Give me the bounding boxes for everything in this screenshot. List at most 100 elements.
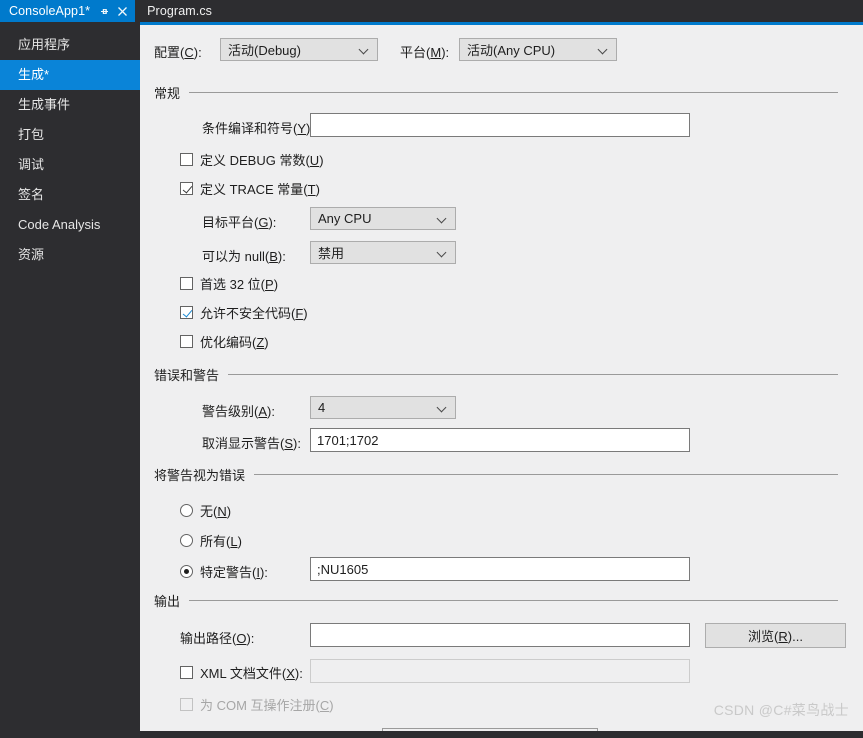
treat-warnings-none-label: 无(N) bbox=[200, 504, 232, 519]
define-debug-checkbox[interactable]: 定义 DEBUG 常数(U) bbox=[180, 150, 324, 169]
sidebar-item-debug[interactable]: 调试 bbox=[0, 150, 140, 180]
treat-warnings-specific-value: ;NU1605 bbox=[317, 561, 369, 577]
configuration-value: 活动(Debug) bbox=[228, 43, 301, 58]
treat-warnings-none-radio[interactable]: 无(N) bbox=[180, 501, 231, 520]
general-group-header: 常规 bbox=[154, 83, 838, 102]
tab-icon-group bbox=[99, 6, 128, 17]
com-interop-label: 为 COM 互操作注册(C) bbox=[200, 698, 334, 713]
nullable-label-row: 可以为 null(B): bbox=[202, 246, 286, 265]
window-bottom-bar bbox=[0, 731, 863, 738]
treat-warnings-group-title: 将警告视为错误 bbox=[154, 468, 246, 483]
nullable-dropdown[interactable]: 禁用 bbox=[310, 241, 456, 264]
platform-row: 平台(M): bbox=[400, 42, 449, 61]
target-platform-dropdown[interactable]: Any CPU bbox=[310, 207, 456, 230]
sidebar-item-label: 生成* bbox=[18, 67, 50, 82]
sidebar-item-build-events[interactable]: 生成事件 bbox=[0, 90, 140, 120]
nullable-value: 禁用 bbox=[318, 246, 345, 261]
optimize-code-checkbox[interactable]: 优化编码(Z) bbox=[180, 332, 269, 351]
platform-dropdown[interactable]: 活动(Any CPU) bbox=[459, 38, 617, 61]
sidebar-item-label: 应用程序 bbox=[18, 37, 71, 52]
treat-warnings-specific-radio[interactable]: 特定警告(I): bbox=[180, 562, 268, 581]
xml-documentation-label: XML 文档文件(X): bbox=[200, 666, 303, 681]
target-platform-label: 目标平台(G): bbox=[202, 215, 277, 230]
tab-consoleapp1[interactable]: ConsoleApp1* bbox=[0, 0, 136, 22]
errors-group-title: 错误和警告 bbox=[154, 368, 220, 383]
tab-label: ConsoleApp1* bbox=[9, 4, 91, 18]
configuration-dropdown[interactable]: 活动(Debug) bbox=[220, 38, 378, 61]
tab-label: Program.cs bbox=[147, 4, 213, 18]
checkbox-box bbox=[180, 182, 193, 195]
output-group-header: 输出 bbox=[154, 591, 838, 610]
general-group-title: 常规 bbox=[154, 86, 181, 101]
tab-strip: ConsoleApp1* Program.cs bbox=[0, 0, 863, 22]
treat-warnings-specific-input[interactable]: ;NU1605 bbox=[310, 557, 690, 581]
divider bbox=[228, 374, 838, 375]
sidebar-item-build[interactable]: 生成* bbox=[0, 60, 158, 90]
prefer-32bit-checkbox[interactable]: 首选 32 位(P) bbox=[180, 274, 278, 293]
treat-warnings-all-radio[interactable]: 所有(L) bbox=[180, 531, 242, 550]
browse-button[interactable]: 浏览(R)... bbox=[705, 623, 846, 648]
target-platform-label-row: 目标平台(G): bbox=[202, 212, 276, 231]
sidebar-item-label: 调试 bbox=[18, 157, 45, 172]
sidebar-item-code-analysis[interactable]: Code Analysis bbox=[0, 210, 140, 240]
radio-circle bbox=[180, 565, 193, 578]
conditional-symbols-input[interactable] bbox=[310, 113, 690, 137]
radio-circle bbox=[180, 534, 193, 547]
properties-sidebar: 应用程序 生成* 生成事件 打包 调试 签名 Code Analysis 资源 bbox=[0, 22, 158, 731]
warning-level-label-row: 警告级别(A): bbox=[202, 401, 275, 420]
checkbox-box bbox=[180, 335, 193, 348]
platform-label: 平台(M): bbox=[400, 45, 450, 60]
build-settings-pane: 配置(C): 活动(Debug) 平台(M): 活动(Any CPU) 常规 条… bbox=[140, 25, 863, 731]
sidebar-item-signing[interactable]: 签名 bbox=[0, 180, 140, 210]
com-interop-checkbox: 为 COM 互操作注册(C) bbox=[180, 695, 334, 714]
target-platform-value: Any CPU bbox=[318, 211, 372, 226]
conditional-symbols-label-row: 条件编译和符号(Y): bbox=[202, 118, 314, 137]
treat-warnings-specific-label: 特定警告(I): bbox=[200, 565, 268, 580]
allow-unsafe-code-checkbox[interactable]: 允许不安全代码(F) bbox=[180, 303, 308, 322]
suppress-warnings-label-row: 取消显示警告(S): bbox=[202, 433, 301, 452]
divider bbox=[189, 600, 838, 601]
chevron-down-icon bbox=[438, 403, 447, 412]
allow-unsafe-code-label: 允许不安全代码(F) bbox=[200, 306, 308, 321]
checkbox-box bbox=[180, 306, 193, 319]
close-icon[interactable] bbox=[117, 6, 128, 17]
sidebar-item-resources[interactable]: 资源 bbox=[0, 240, 140, 270]
warning-level-label: 警告级别(A): bbox=[202, 404, 275, 419]
warning-level-value: 4 bbox=[318, 400, 326, 415]
xml-documentation-checkbox[interactable]: XML 文档文件(X): bbox=[180, 663, 303, 682]
sidebar-item-label: 打包 bbox=[18, 127, 45, 142]
chevron-down-icon bbox=[360, 45, 369, 54]
radio-circle bbox=[180, 504, 193, 517]
suppress-warnings-value: 1701;1702 bbox=[317, 432, 379, 448]
warning-level-dropdown[interactable]: 4 bbox=[310, 396, 456, 419]
project-properties-window: ConsoleApp1* Program.cs 应用程序 生成* 生成事件 打包… bbox=[0, 0, 863, 738]
sidebar-item-application[interactable]: 应用程序 bbox=[0, 30, 140, 60]
treat-warnings-all-label: 所有(L) bbox=[200, 534, 242, 549]
checkbox-box bbox=[180, 698, 193, 711]
define-trace-checkbox[interactable]: 定义 TRACE 常量(T) bbox=[180, 179, 320, 198]
treat-warnings-group-header: 将警告视为错误 bbox=[154, 465, 838, 484]
xml-documentation-input[interactable] bbox=[310, 659, 690, 683]
chevron-down-icon bbox=[438, 248, 447, 257]
output-path-label-row: 输出路径(O): bbox=[180, 628, 254, 647]
sidebar-item-package[interactable]: 打包 bbox=[0, 120, 140, 150]
checkbox-box bbox=[180, 277, 193, 290]
prefer-32bit-label: 首选 32 位(P) bbox=[200, 277, 279, 292]
conditional-symbols-label: 条件编译和符号(Y): bbox=[202, 121, 314, 136]
pin-icon[interactable] bbox=[99, 6, 110, 17]
suppress-warnings-input[interactable]: 1701;1702 bbox=[310, 428, 690, 452]
sidebar-item-label: Code Analysis bbox=[18, 217, 101, 232]
checkbox-box bbox=[180, 153, 193, 166]
configuration-row: 配置(C): bbox=[154, 42, 202, 61]
chevron-down-icon bbox=[438, 214, 447, 223]
sidebar-item-label: 资源 bbox=[18, 247, 45, 262]
output-path-input[interactable] bbox=[310, 623, 690, 647]
browse-button-label: 浏览(R)... bbox=[748, 629, 803, 644]
divider bbox=[254, 474, 838, 475]
suppress-warnings-label: 取消显示警告(S): bbox=[202, 436, 301, 451]
configuration-label: 配置(C): bbox=[154, 45, 202, 60]
define-trace-label: 定义 TRACE 常量(T) bbox=[200, 182, 320, 197]
platform-value: 活动(Any CPU) bbox=[467, 43, 556, 58]
errors-group-header: 错误和警告 bbox=[154, 365, 838, 384]
tab-program-cs[interactable]: Program.cs bbox=[135, 0, 225, 22]
